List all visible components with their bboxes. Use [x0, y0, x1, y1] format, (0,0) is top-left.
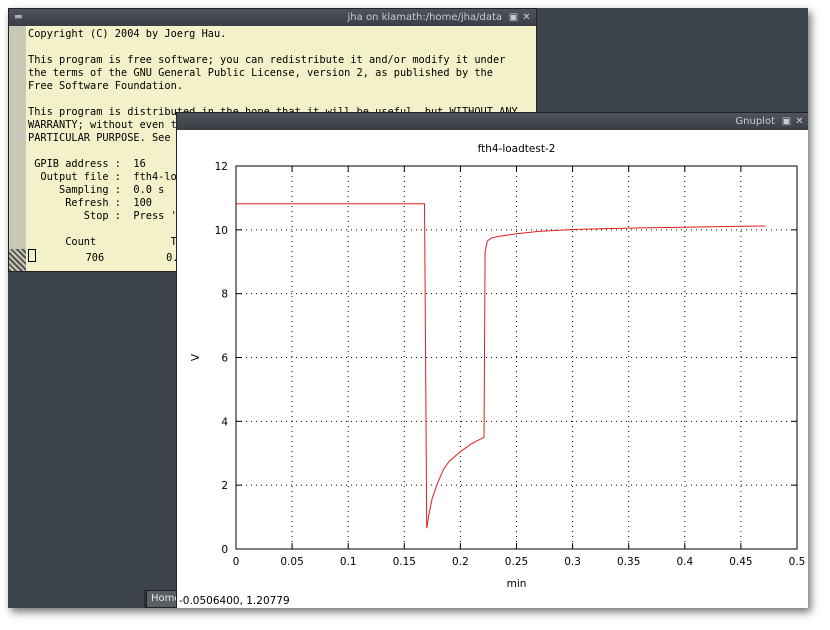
y-tick-label: 8	[221, 289, 228, 301]
y-tick-label: 4	[221, 416, 228, 428]
maximize-icon[interactable]: ▣	[508, 9, 519, 26]
chart-svg[interactable]: 0 0.05 0.1 0.15 0.2 0.25 0.3 0.35 0.4 0.45 0.5 0 2 4 6…	[177, 130, 808, 608]
x-tick-label: 0.35	[617, 556, 640, 568]
terminal-line: Count Time	[28, 236, 196, 248]
x-axis-label: min	[507, 578, 527, 590]
window-menu-icon[interactable]: ▬	[14, 9, 24, 26]
terminal-line: Copyright (C) 2004 by Joerg Hau.	[28, 28, 227, 40]
terminal-line: Refresh : 100	[28, 197, 152, 209]
y-tick-label: 0	[221, 544, 228, 556]
y-axis-label: V	[190, 353, 202, 361]
y-tick-label: 6	[221, 353, 228, 365]
series-line	[236, 203, 766, 529]
terminal-title: jha on klamath:/home/jha/data	[347, 12, 502, 23]
gnuplot-window[interactable]: Gnuplot ▣ ✕ 0 0.05 0.1 0.15 0.2 0.25 0.3 0.35 0.…	[176, 112, 808, 608]
close-icon[interactable]: ✕	[794, 113, 805, 130]
x-tick-label: 0.05	[280, 556, 303, 568]
x-tick-label: 0	[233, 556, 240, 568]
terminal-line: GPIB address : 16	[28, 158, 146, 170]
y-tick-label: 2	[221, 480, 228, 492]
terminal-line: This program is free software; you can r…	[28, 54, 506, 66]
plot-area[interactable]: 0 0.05 0.1 0.15 0.2 0.25 0.3 0.35 0.4 0.45 0.5 0 2 4 6…	[177, 130, 808, 608]
coordinate-readout: -0.0506400, 1.20779	[179, 595, 290, 607]
y-tick-label: 12	[215, 161, 228, 173]
gnuplot-title: Gnuplot	[735, 116, 775, 127]
terminal-scrollbar[interactable]	[9, 26, 26, 271]
close-icon[interactable]: ✕	[521, 9, 532, 26]
terminal-line: Sampling : 0.0 s	[28, 184, 165, 196]
x-tick-label: 0.5	[789, 556, 806, 568]
x-tick-label: 0.45	[729, 556, 752, 568]
terminal-cursor	[28, 249, 36, 262]
terminal-titlebar[interactable]: ▬ jha on klamath:/home/jha/data ▣ ✕	[9, 9, 536, 26]
x-tick-label: 0.2	[452, 556, 469, 568]
x-tick-label: 0.4	[676, 556, 693, 568]
x-tick-label: 0.15	[393, 556, 416, 568]
y-tick-label: 10	[215, 225, 228, 237]
maximize-icon[interactable]: ▣	[781, 113, 792, 130]
terminal-line: Free Software Foundation.	[28, 80, 183, 92]
scrollbar-thumb[interactable]	[9, 249, 26, 271]
gnuplot-titlebar[interactable]: Gnuplot ▣ ✕	[177, 113, 808, 130]
desktop: ▬ jha on klamath:/home/jha/data ▣ ✕ Copy…	[8, 8, 808, 608]
chart-title: fth4-loadtest-2	[478, 143, 556, 155]
x-tick-label: 0.25	[505, 556, 528, 568]
x-tick-label: 0.3	[564, 556, 581, 568]
terminal-line: Stop : Press 'q'	[28, 210, 190, 222]
terminal-line: the terms of the GNU General Public Lice…	[28, 67, 493, 79]
x-tick-label: 0.1	[340, 556, 357, 568]
